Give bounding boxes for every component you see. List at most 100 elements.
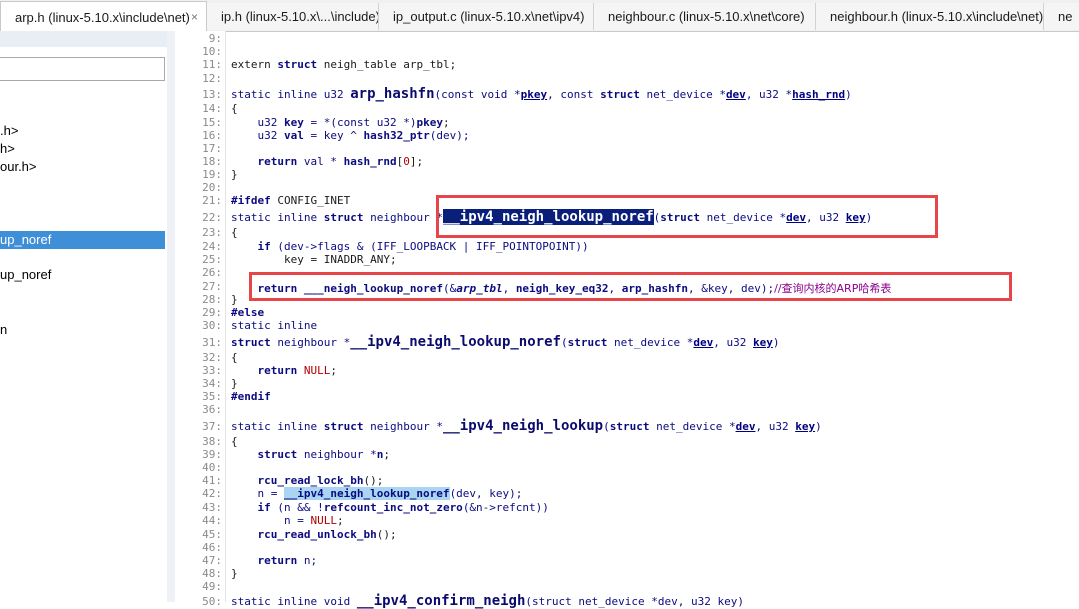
code-line-22[interactable]: static inline struct neighbour *__ipv4_n… — [231, 209, 872, 225]
code-line-33[interactable]: return NULL; — [231, 364, 338, 377]
code-line-18[interactable]: return val * hash_rnd[0]; — [231, 155, 424, 168]
code-token: u32 — [231, 116, 284, 129]
code-token: , u32 — [713, 336, 754, 349]
tab-arp-h[interactable]: arp.h (linux-5.10.x\include\net) × — [0, 1, 207, 31]
code-token: (); — [363, 474, 384, 487]
code-line-25[interactable]: key = INADDR_ANY; — [231, 253, 397, 266]
code-token: n = — [231, 514, 311, 527]
sidebar-item[interactable]: h> — [0, 140, 165, 158]
function-call: hash32_ptr — [363, 129, 430, 142]
code-line-50[interactable]: static inline void __ipv4_confirm_neigh(… — [231, 593, 744, 609]
code-line-43[interactable]: if (n && !refcount_inc_not_zero(&n->refc… — [231, 501, 549, 514]
sidebar-splitter[interactable] — [167, 31, 175, 602]
code-token: net_device * — [639, 88, 726, 101]
function-call: rcu_read_lock_bh — [257, 474, 364, 487]
sidebar-item[interactable]: up_noref — [0, 266, 165, 284]
code-line-39[interactable]: struct neighbour *n; — [231, 448, 390, 461]
code-keyword: struct — [277, 58, 318, 71]
tab-neighbour-c[interactable]: neighbour.c (linux-5.10.x\net\core) — [594, 3, 816, 30]
code-line-47[interactable]: return n; — [231, 554, 318, 567]
code-keyword: struct — [231, 336, 271, 349]
code-token: ) — [815, 420, 822, 433]
code-token: ; — [442, 116, 450, 129]
function-name: __ipv4_neigh_lookup — [442, 418, 604, 434]
code-line-30[interactable]: static inline — [231, 319, 317, 332]
code-token: neighbour * — [363, 211, 443, 224]
code-line-28[interactable]: } — [231, 293, 238, 306]
code-line-21[interactable]: #ifdef CONFIG_INET — [231, 194, 350, 207]
code-line-16[interactable]: u32 val = key ^ hash32_ptr(dev); — [231, 129, 469, 142]
parameter: key — [845, 211, 866, 224]
tab-ip-h[interactable]: ip.h (linux-5.10.x\...\include) — [207, 3, 379, 30]
close-icon[interactable]: × — [191, 2, 198, 31]
code-line-31[interactable]: struct neighbour *__ipv4_neigh_lookup_no… — [231, 334, 780, 350]
function-call: rcu_read_unlock_bh — [257, 528, 377, 541]
code-keyword: return — [257, 282, 298, 295]
parameter: hash_rnd — [792, 88, 846, 101]
sidebar-item[interactable]: n — [0, 321, 165, 339]
variable: arp_tbl — [456, 282, 503, 295]
tab-label: ip.h (linux-5.10.x\...\include) — [221, 9, 379, 24]
code-keyword: struct — [257, 448, 298, 461]
function-call: hash_rnd — [343, 155, 397, 168]
code-line-34[interactable]: } — [231, 377, 238, 390]
code-line-14[interactable]: { — [231, 102, 238, 115]
code-line-29[interactable]: #else — [231, 306, 264, 319]
code-line-13[interactable]: static inline u32 arp_hashfn(const void … — [231, 86, 852, 102]
parameter: dev — [735, 420, 756, 433]
code-line-27[interactable]: return ___neigh_lookup_noref(&arp_tbl, n… — [231, 280, 892, 296]
code-token: n = — [231, 487, 284, 500]
code-line-32[interactable]: { — [231, 351, 238, 364]
sidebar-item[interactable]: .h> — [0, 122, 165, 140]
code-line-35[interactable]: #endif — [231, 390, 271, 403]
code-line-41[interactable]: rcu_read_lock_bh(); — [231, 474, 384, 487]
tab-overflow[interactable]: ne — [1044, 3, 1079, 30]
code-token: ]; — [409, 155, 424, 168]
code-line-24[interactable]: if (dev->flags & (IFF_LOOPBACK | IFF_POI… — [231, 240, 589, 253]
code-keyword: struct — [660, 211, 701, 224]
code-line-38[interactable]: { — [231, 435, 238, 448]
code-line-11[interactable]: extern struct neigh_table arp_tbl; — [231, 58, 456, 71]
code-token: (dev, key); — [449, 487, 523, 500]
code-line-42[interactable]: n = __ipv4_neigh_lookup_noref(dev, key); — [231, 487, 522, 500]
code-token: u32 — [231, 129, 284, 142]
number-literal: 0 — [403, 155, 410, 168]
code-line-23[interactable]: { — [231, 226, 238, 239]
tab-ip-output-c[interactable]: ip_output.c (linux-5.10.x\net\ipv4) — [379, 3, 594, 30]
code-line-48[interactable]: } — [231, 567, 238, 580]
code-token: (); — [376, 528, 397, 541]
symbol-search-input[interactable] — [0, 57, 165, 81]
code-line-37[interactable]: static inline struct neighbour *__ipv4_n… — [231, 418, 822, 434]
code-token: , — [502, 282, 516, 295]
tab-neighbour-h[interactable]: neighbour.h (linux-5.10.x\include\net) — [816, 3, 1044, 30]
parameter: dev — [786, 211, 807, 224]
function-name: __ipv4_confirm_neigh — [356, 593, 526, 609]
variable: key — [283, 116, 304, 129]
variable: pkey — [416, 116, 443, 129]
code-token: neighbour * — [297, 448, 377, 461]
code-line-45[interactable]: rcu_read_unlock_bh(); — [231, 528, 397, 541]
code-token: neighbour * — [363, 420, 443, 433]
function-name-selected: __ipv4_neigh_lookup_noref — [442, 209, 654, 225]
code-token: (&n->refcnt)) — [462, 501, 549, 514]
sidebar-item[interactable]: our.h> — [0, 158, 165, 176]
parameter: dev — [725, 88, 746, 101]
code-token: static inline u32 — [231, 88, 351, 101]
code-token: n; — [297, 554, 318, 567]
code-line-19[interactable]: } — [231, 168, 238, 181]
code-token: ; — [330, 364, 337, 377]
code-keyword: if — [257, 240, 271, 253]
function-call: refcount_inc_not_zero — [323, 501, 463, 514]
code-line-44[interactable]: n = NULL; — [231, 514, 344, 527]
line-number-gutter — [175, 31, 226, 602]
code-keyword: return — [257, 155, 298, 168]
sidebar-item-selected[interactable]: up_noref — [0, 231, 165, 249]
code-token: ) — [772, 336, 780, 349]
code-line-15[interactable]: u32 key = *(const u32 *)pkey; — [231, 116, 450, 129]
tab-label: neighbour.h (linux-5.10.x\include\net) — [830, 9, 1044, 24]
function-name: __ipv4_neigh_lookup_noref — [350, 334, 561, 350]
